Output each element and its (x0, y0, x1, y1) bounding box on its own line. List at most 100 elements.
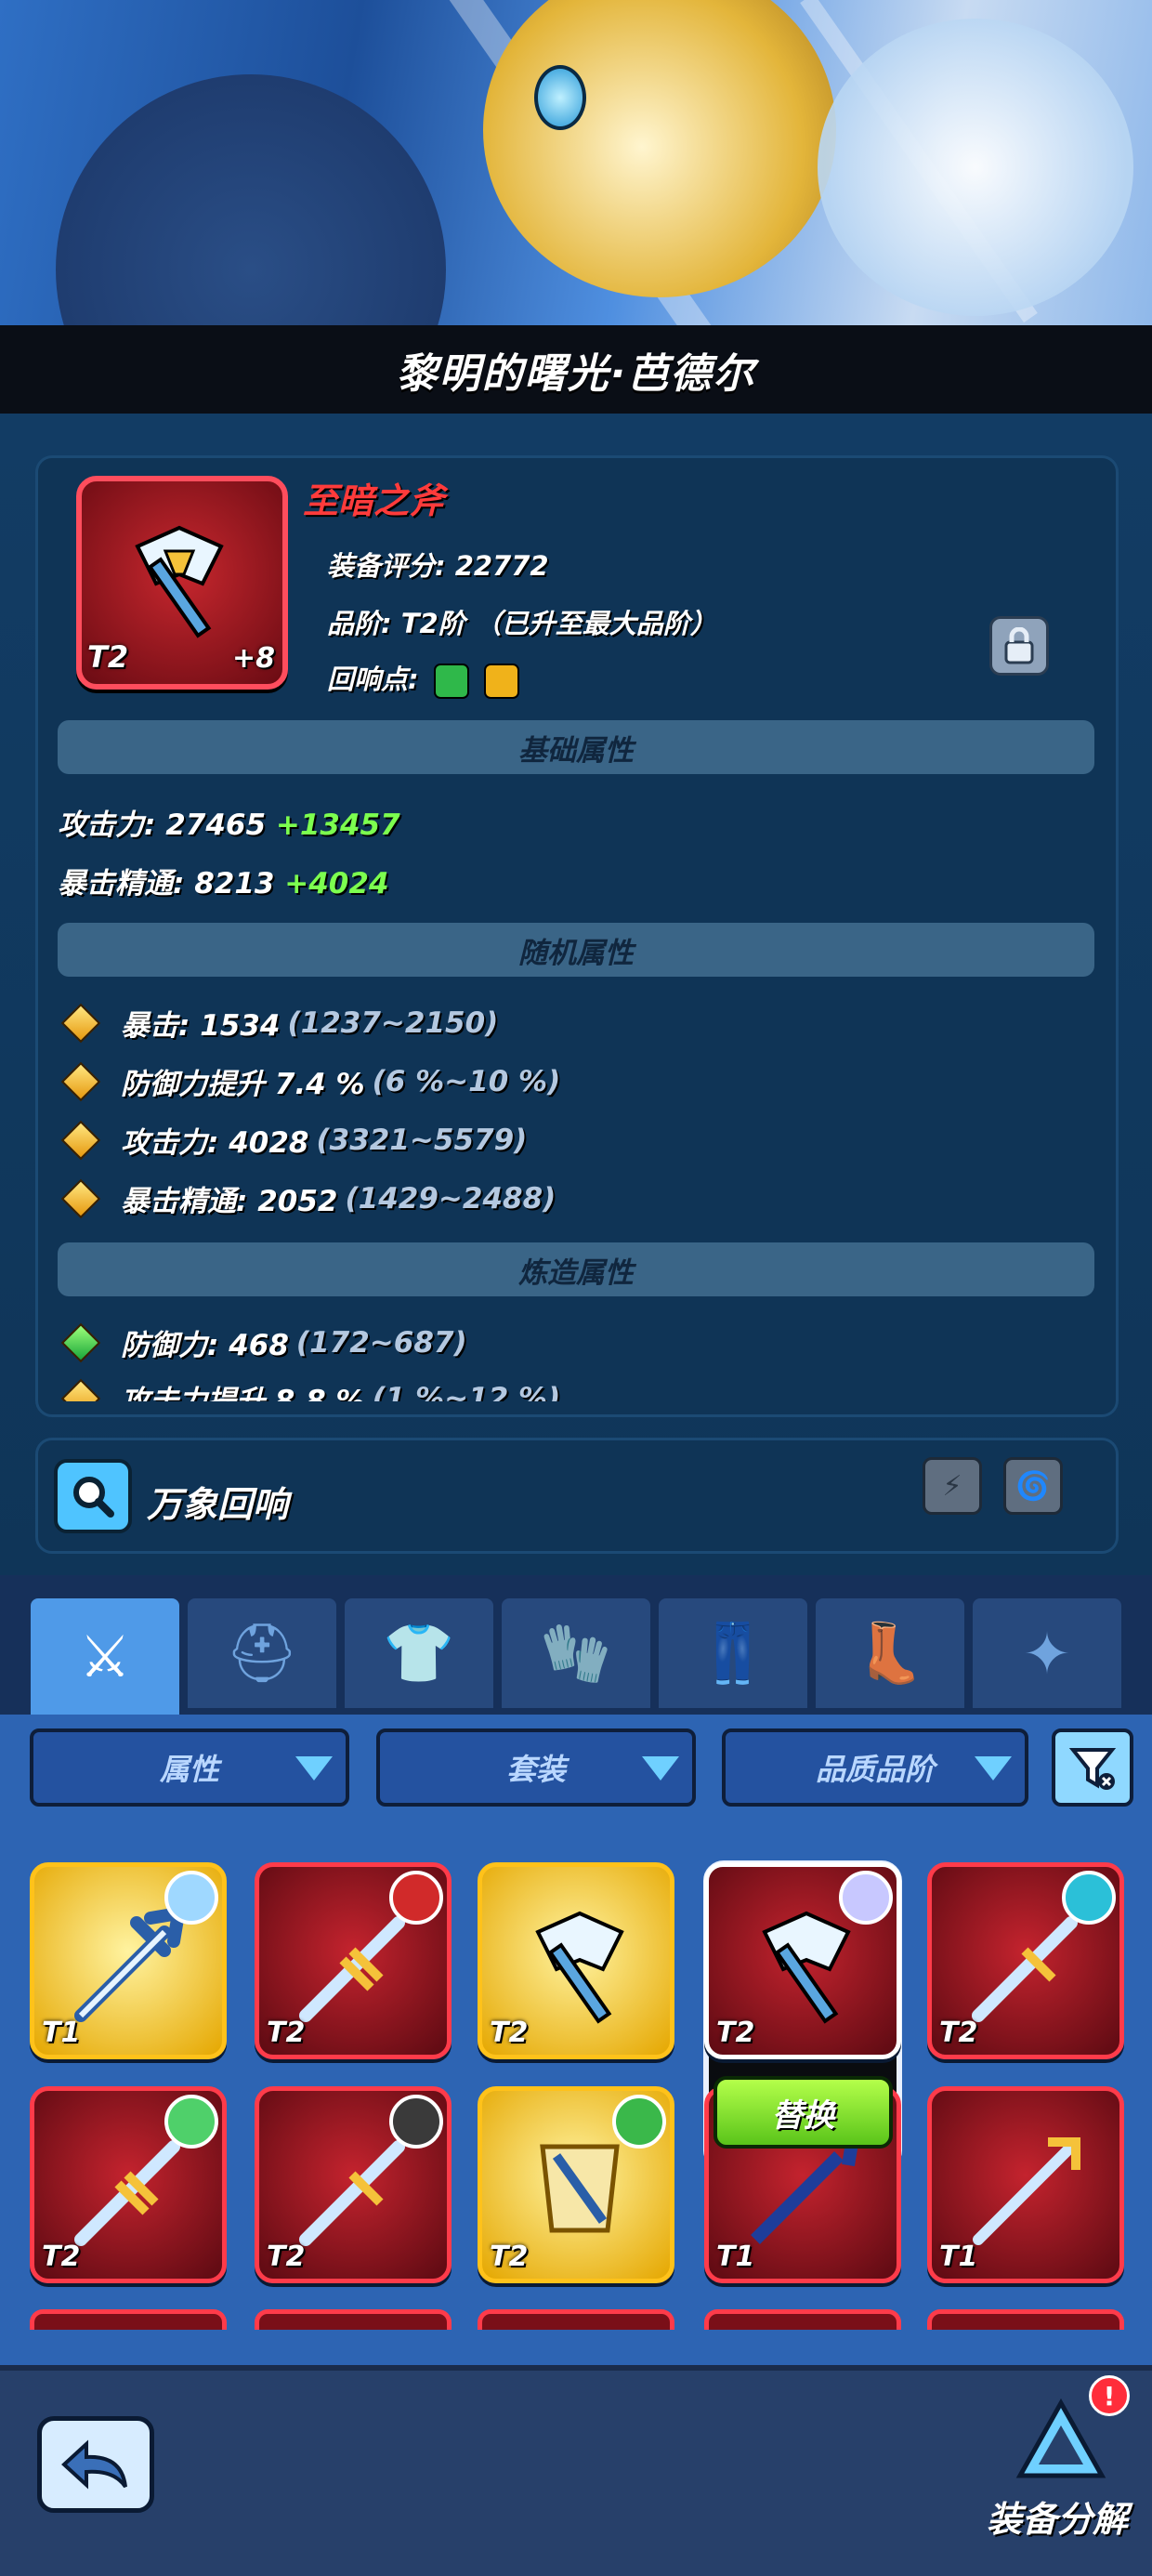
recycle-icon[interactable] (1013, 2398, 1109, 2491)
back-button[interactable] (37, 2416, 154, 2513)
axe-icon (135, 525, 224, 638)
base-stat-crit-mastery: 暴击精通: 8213 +4024 (58, 860, 389, 901)
stat-diamond-icon (60, 1378, 101, 1401)
axe-icon (535, 1911, 624, 2024)
character-title-bar: 黎明的曙光·芭德尔 (0, 325, 1152, 414)
character-name: 黎明的曙光·芭德尔 (396, 349, 756, 398)
sword-icon: ⚔ (79, 1623, 131, 1690)
base-stat-attack: 攻击力: 27465 +13457 (58, 801, 400, 843)
inventory-slot-selected[interactable]: T2 (704, 1862, 901, 2059)
inventory-slot[interactable]: T1 (927, 2086, 1124, 2283)
forge-stat-clip: 攻击力提升 8.8 % (1 %~12 %) (35, 1373, 1119, 1401)
inventory-slot[interactable]: T2 (478, 1862, 674, 2059)
tier-label: T2 (490, 2017, 529, 2049)
inventory-slot-partial[interactable] (927, 2309, 1124, 2330)
element-badge (1062, 1871, 1116, 1925)
inventory-slot[interactable]: T2 (255, 1862, 452, 2059)
inventory-slot-partial[interactable] (478, 2309, 674, 2330)
stat-diamond-icon (60, 1061, 101, 1101)
pants-icon: 👖 (697, 1619, 769, 1687)
stat-diamond-icon (60, 1003, 101, 1043)
section-forge-header: 炼造属性 (58, 1242, 1094, 1296)
tier-label: T1 (939, 2241, 978, 2273)
echo-slot-lightning[interactable]: ⚡ (923, 1457, 982, 1515)
stat-text: 暴击精通: 2052 (121, 1185, 338, 1218)
stat-bonus: +4024 (284, 867, 389, 900)
forge-stat: 攻击力提升 8.8 % (1 %~12 %) (60, 1377, 561, 1402)
character-gem (534, 65, 586, 130)
inventory-slot[interactable]: T1 (30, 1862, 227, 2059)
tier-label: T1 (42, 2017, 81, 2049)
inventory-slot[interactable]: T2 (30, 2086, 227, 2283)
inventory-slot-partial[interactable] (704, 2309, 901, 2330)
tab-armor[interactable]: 👕 (345, 1598, 493, 1708)
tier-label: T2 (42, 2241, 81, 2273)
random-stat: 防御力提升 7.4 % (6 %~10 %) (60, 1060, 560, 1102)
item-grade: 品阶: T2阶 （已升至最大品阶） (327, 608, 717, 639)
filter-quality-dropdown[interactable]: 品质品阶 (722, 1728, 1028, 1807)
forge-stat: 防御力: 468 (172~687) (60, 1321, 467, 1363)
tornado-icon: 🌀 (1015, 1469, 1051, 1503)
echo-search-button[interactable] (54, 1459, 132, 1533)
filter-label: 套装 (505, 1752, 566, 1787)
stat-range: (1 %~12 %) (372, 1381, 561, 1402)
stat-text: 防御力提升 7.4 % (121, 1068, 365, 1101)
tab-accessory[interactable]: ✦ (973, 1598, 1121, 1708)
stat-text: 暴击: 1534 (121, 1009, 281, 1043)
element-badge (164, 2095, 218, 2149)
tab-pants[interactable]: 👖 (659, 1598, 807, 1708)
recycle-label[interactable]: 装备分解 (987, 2491, 1128, 2542)
filter-set-dropdown[interactable]: 套装 (376, 1728, 696, 1807)
tier-label: T2 (939, 2017, 978, 2049)
armor-icon: 👕 (383, 1619, 455, 1687)
stat-range: (1429~2488) (345, 1181, 556, 1216)
echo-green-icon (433, 664, 469, 699)
boots-icon: 👢 (854, 1619, 926, 1687)
tab-helmet[interactable]: ⛑ (188, 1598, 336, 1708)
item-enhance-label: +8 (231, 642, 275, 675)
inventory-slot-partial[interactable] (30, 2309, 227, 2330)
alert-badge: ! (1089, 2375, 1130, 2416)
tier-label: T2 (490, 2241, 529, 2273)
echo-points-label: 回响点: (327, 664, 419, 695)
item-score: 装备评分: 22772 (327, 550, 549, 582)
item-tier-label: T2 (87, 639, 129, 675)
item-icon[interactable]: T2 +8 (76, 476, 288, 690)
stat-text: 攻击力提升 8.8 % (121, 1385, 365, 1401)
inventory-slot[interactable]: T2 (478, 2086, 674, 2283)
lightning-icon: ⚡ (942, 1469, 962, 1503)
replace-button[interactable]: 替换 (713, 2076, 893, 2149)
stat-range: (172~687) (295, 1325, 467, 1360)
inventory-slot[interactable]: T2 (927, 1862, 1124, 2059)
filter-label: 品质品阶 (815, 1752, 935, 1787)
stat-text: 防御力: 468 (121, 1329, 289, 1362)
inventory-slot-partial[interactable] (255, 2309, 452, 2330)
echo-slot-tornado[interactable]: 🌀 (1003, 1457, 1063, 1515)
gloves-icon: 🧤 (540, 1619, 612, 1687)
random-stat: 暴击: 1534 (1237~2150) (60, 1002, 498, 1044)
chevron-down-icon (975, 1756, 1012, 1781)
back-arrow-icon (61, 2439, 127, 2490)
filter-attribute-dropdown[interactable]: 属性 (30, 1728, 349, 1807)
tier-label: T2 (267, 2241, 306, 2273)
lock-icon (1004, 627, 1034, 664)
tab-boots[interactable]: 👢 (816, 1598, 964, 1708)
stat-range: (3321~5579) (316, 1123, 528, 1157)
tab-gloves[interactable]: 🧤 (502, 1598, 650, 1708)
chevron-down-icon (295, 1756, 333, 1781)
tier-label: T2 (267, 2017, 306, 2049)
inventory-slot[interactable]: T2 (255, 2086, 452, 2283)
lock-button[interactable] (989, 616, 1049, 676)
tier-label: T1 (716, 2241, 755, 2273)
stat-diamond-icon (60, 1120, 101, 1160)
item-echo-points: 回响点: (327, 658, 519, 699)
filter-icon (1068, 1748, 1117, 1790)
section-random-header: 随机属性 (58, 923, 1094, 977)
helmet-icon: ⛑ (225, 1619, 299, 1687)
filter-clear-button[interactable] (1052, 1728, 1133, 1807)
tab-weapon[interactable]: ⚔ (31, 1598, 179, 1715)
stat-text: 暴击精通: 8213 (58, 867, 275, 900)
hero-art (0, 0, 1152, 330)
stat-text: 攻击力: 27465 (58, 808, 267, 842)
stat-bonus: +13457 (275, 808, 400, 842)
